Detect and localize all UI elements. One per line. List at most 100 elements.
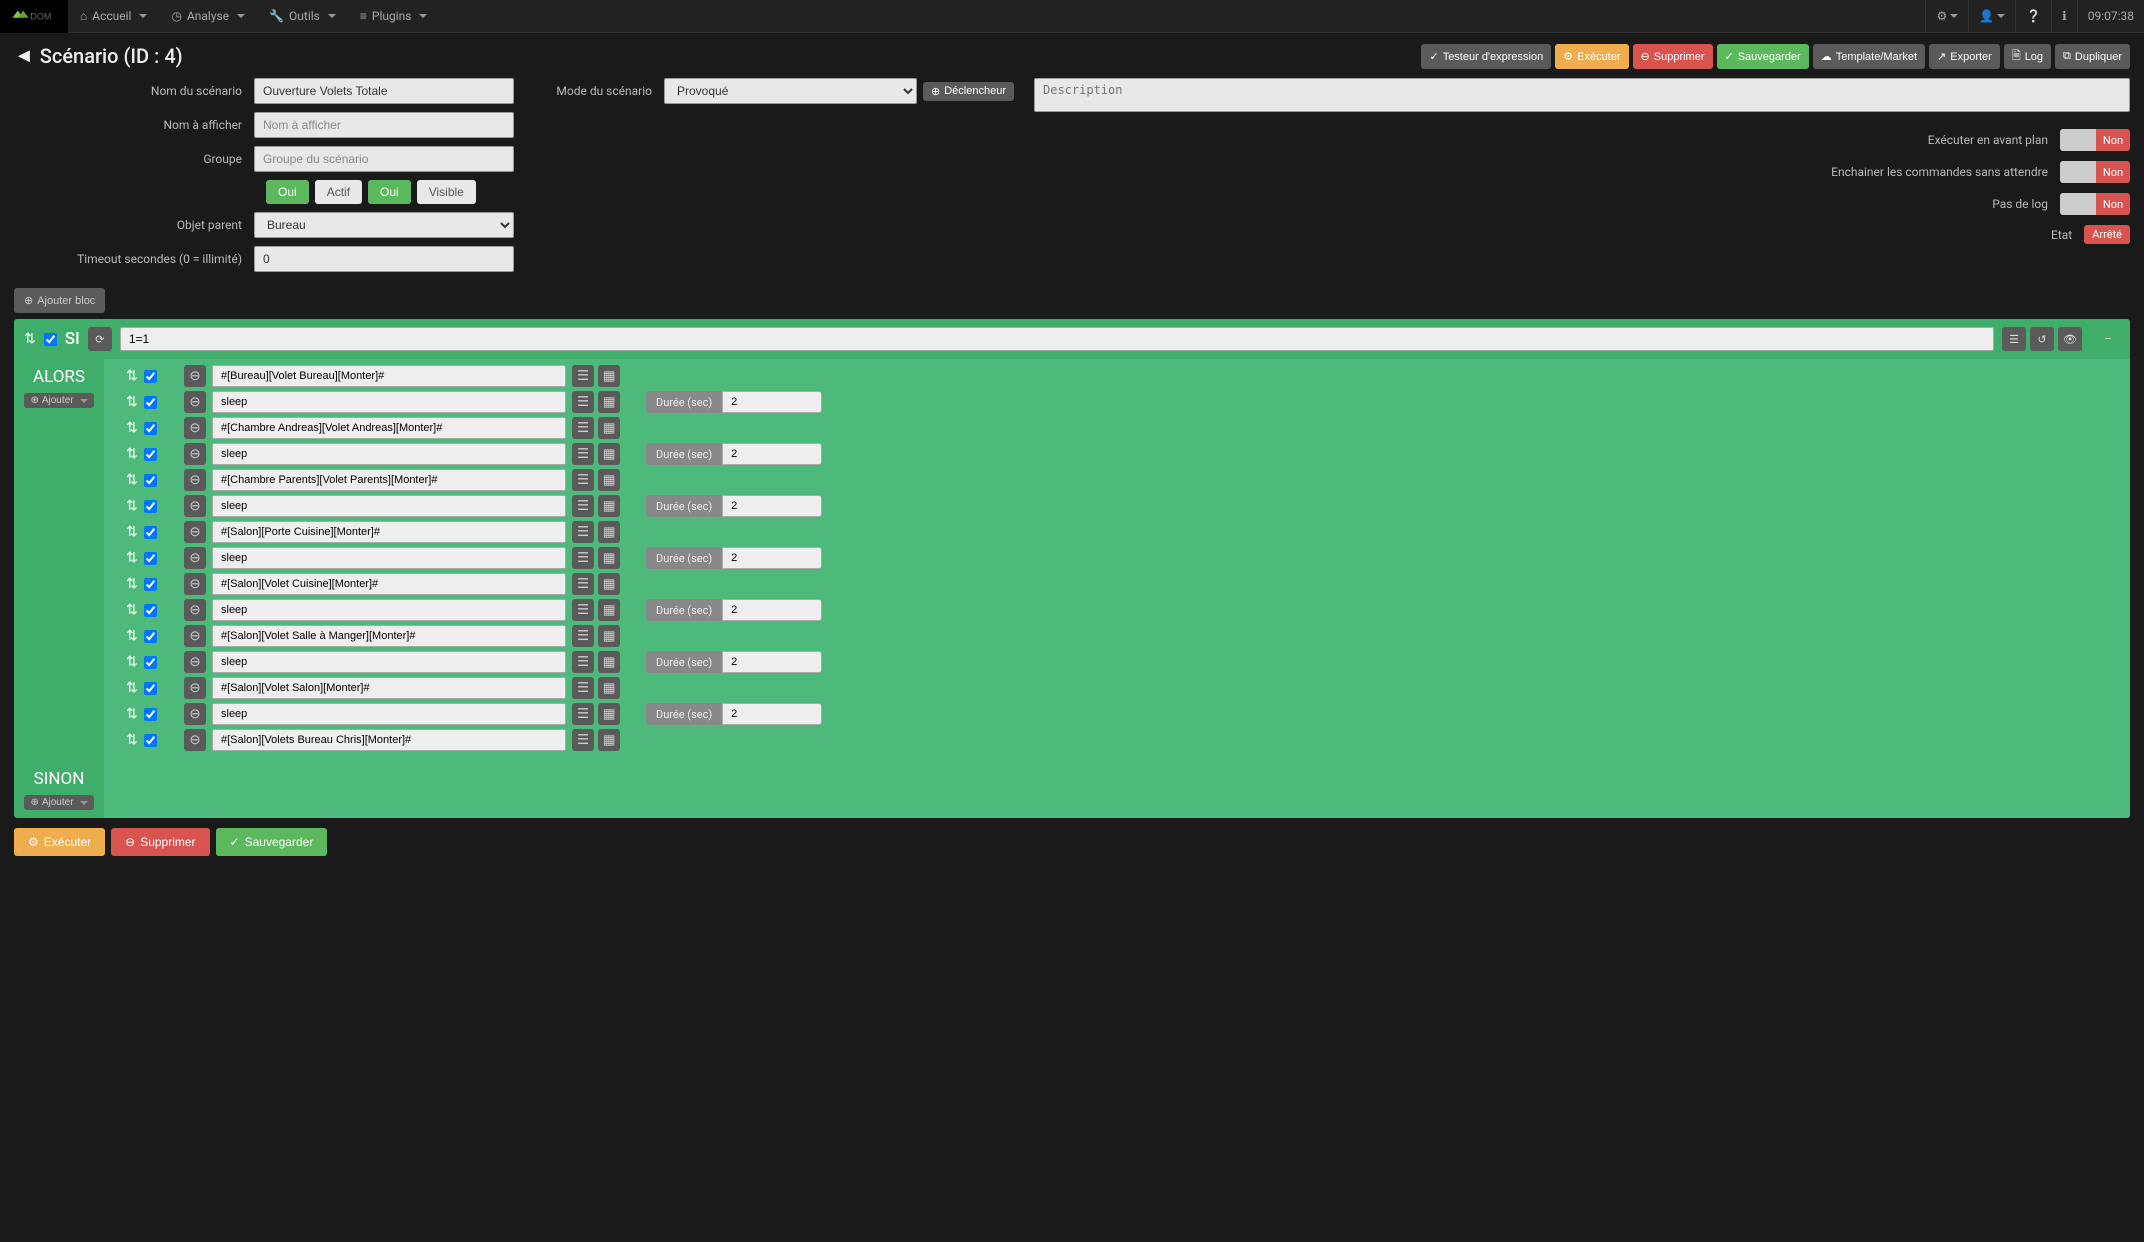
action-command-input[interactable] — [212, 417, 566, 439]
drag-handle[interactable]: ⇅ — [126, 732, 138, 748]
list-button[interactable]: ☰ — [572, 417, 594, 439]
action-checkbox[interactable] — [144, 604, 157, 617]
action-checkbox[interactable] — [144, 448, 157, 461]
test-expression-button[interactable]: ✓Testeur d'expression — [1421, 44, 1551, 69]
nav-outils[interactable]: 🔧Outils — [257, 0, 348, 33]
name-input[interactable] — [254, 78, 514, 104]
list-button[interactable]: ☰ — [2002, 327, 2026, 351]
remove-action-button[interactable]: ⊖ — [184, 443, 206, 465]
duree-input[interactable] — [722, 495, 822, 517]
nolog-toggle[interactable]: Non — [2060, 193, 2130, 215]
list-button[interactable]: ☰ — [572, 495, 594, 517]
drag-handle[interactable]: ⇅ — [126, 394, 138, 410]
list-button[interactable]: ☰ — [572, 729, 594, 751]
action-checkbox[interactable] — [144, 708, 157, 721]
si-checkbox[interactable] — [44, 333, 57, 346]
duplicate-button[interactable]: ⧉Dupliquer — [2055, 44, 2130, 69]
chain-toggle[interactable]: Non — [2060, 161, 2130, 183]
drag-handle[interactable]: ⇅ — [126, 420, 138, 436]
drag-handle[interactable]: ⇅ — [24, 331, 36, 347]
remove-action-button[interactable]: ⊖ — [184, 729, 206, 751]
action-command-input[interactable] — [212, 677, 566, 699]
action-command-input[interactable] — [212, 547, 566, 569]
nav-user[interactable]: 👤 — [1968, 0, 2015, 33]
duree-input[interactable] — [722, 443, 822, 465]
duree-input[interactable] — [722, 391, 822, 413]
actif-toggle[interactable]: Actif — [315, 180, 362, 204]
back-icon[interactable]: ◄ — [14, 43, 34, 68]
action-checkbox[interactable] — [144, 656, 157, 669]
nav-settings[interactable]: ⚙ — [1925, 0, 1968, 33]
duree-input[interactable] — [722, 703, 822, 725]
list-button[interactable]: ☰ — [572, 677, 594, 699]
action-command-input[interactable] — [212, 365, 566, 387]
group-input[interactable] — [254, 146, 514, 172]
export-button[interactable]: ↗Exporter — [1929, 44, 2000, 69]
action-command-input[interactable] — [212, 599, 566, 621]
duree-input[interactable] — [722, 599, 822, 621]
execute-button[interactable]: ⚙Exécuter — [1555, 44, 1628, 69]
list-button[interactable]: ☰ — [572, 703, 594, 725]
remove-action-button[interactable]: ⊖ — [184, 495, 206, 517]
grid-button[interactable]: ▦ — [598, 521, 620, 543]
action-checkbox[interactable] — [144, 422, 157, 435]
log-button[interactable]: 🗎Log — [2004, 44, 2051, 69]
duree-input[interactable] — [722, 651, 822, 673]
save-button[interactable]: ✓Sauvegarder — [1717, 44, 1809, 69]
grid-button[interactable]: ▦ — [598, 443, 620, 465]
action-command-input[interactable] — [212, 703, 566, 725]
action-checkbox[interactable] — [144, 734, 157, 747]
action-checkbox[interactable] — [144, 526, 157, 539]
action-command-input[interactable] — [212, 495, 566, 517]
drag-handle[interactable]: ⇅ — [126, 576, 138, 592]
remove-action-button[interactable]: ⊖ — [184, 365, 206, 387]
drag-handle[interactable]: ⇅ — [126, 498, 138, 514]
list-button[interactable]: ☰ — [572, 625, 594, 647]
grid-button[interactable]: ▦ — [598, 599, 620, 621]
foreground-toggle[interactable]: Non — [2060, 129, 2130, 151]
action-command-input[interactable] — [212, 573, 566, 595]
remove-block-button[interactable]: − — [2096, 327, 2120, 351]
remove-action-button[interactable]: ⊖ — [184, 677, 206, 699]
remove-action-button[interactable]: ⊖ — [184, 417, 206, 439]
list-button[interactable]: ☰ — [572, 365, 594, 387]
list-button[interactable]: ☰ — [572, 573, 594, 595]
display-input[interactable] — [254, 112, 514, 138]
action-command-input[interactable] — [212, 469, 566, 491]
list-button[interactable]: ☰ — [572, 443, 594, 465]
parent-select[interactable]: Bureau — [254, 212, 514, 238]
action-checkbox[interactable] — [144, 578, 157, 591]
list-button[interactable]: ☰ — [572, 391, 594, 413]
drag-handle[interactable]: ⇅ — [126, 654, 138, 670]
action-checkbox[interactable] — [144, 630, 157, 643]
drag-handle[interactable]: ⇅ — [126, 550, 138, 566]
drag-handle[interactable]: ⇅ — [126, 368, 138, 384]
sinon-add-button[interactable]: ⊕Ajouter — [24, 795, 93, 810]
list-button[interactable]: ☰ — [572, 469, 594, 491]
grid-button[interactable]: ▦ — [598, 391, 620, 413]
action-command-input[interactable] — [212, 391, 566, 413]
duree-input[interactable] — [722, 547, 822, 569]
remove-action-button[interactable]: ⊖ — [184, 391, 206, 413]
remove-action-button[interactable]: ⊖ — [184, 599, 206, 621]
refresh-button[interactable]: ⟳ — [88, 327, 112, 351]
action-checkbox[interactable] — [144, 370, 157, 383]
logo[interactable]: DOM — [0, 0, 68, 33]
drag-handle[interactable]: ⇅ — [126, 680, 138, 696]
condition-input[interactable] — [120, 327, 1994, 351]
footer-save-button[interactable]: ✓Sauvegarder — [216, 828, 328, 856]
eye-button[interactable]: 👁 — [2058, 327, 2082, 351]
oui-toggle[interactable]: Oui — [266, 180, 309, 204]
action-checkbox[interactable] — [144, 500, 157, 513]
nav-plugins[interactable]: ≡Plugins — [348, 0, 440, 33]
footer-execute-button[interactable]: ⚙Exécuter — [14, 828, 105, 856]
grid-button[interactable]: ▦ — [598, 729, 620, 751]
list-button[interactable]: ☰ — [572, 521, 594, 543]
list-button[interactable]: ☰ — [572, 547, 594, 569]
drag-handle[interactable]: ⇅ — [126, 602, 138, 618]
drag-handle[interactable]: ⇅ — [126, 628, 138, 644]
list-button[interactable]: ☰ — [572, 651, 594, 673]
action-checkbox[interactable] — [144, 682, 157, 695]
nav-info[interactable]: ℹ — [2051, 0, 2077, 33]
action-command-input[interactable] — [212, 729, 566, 751]
